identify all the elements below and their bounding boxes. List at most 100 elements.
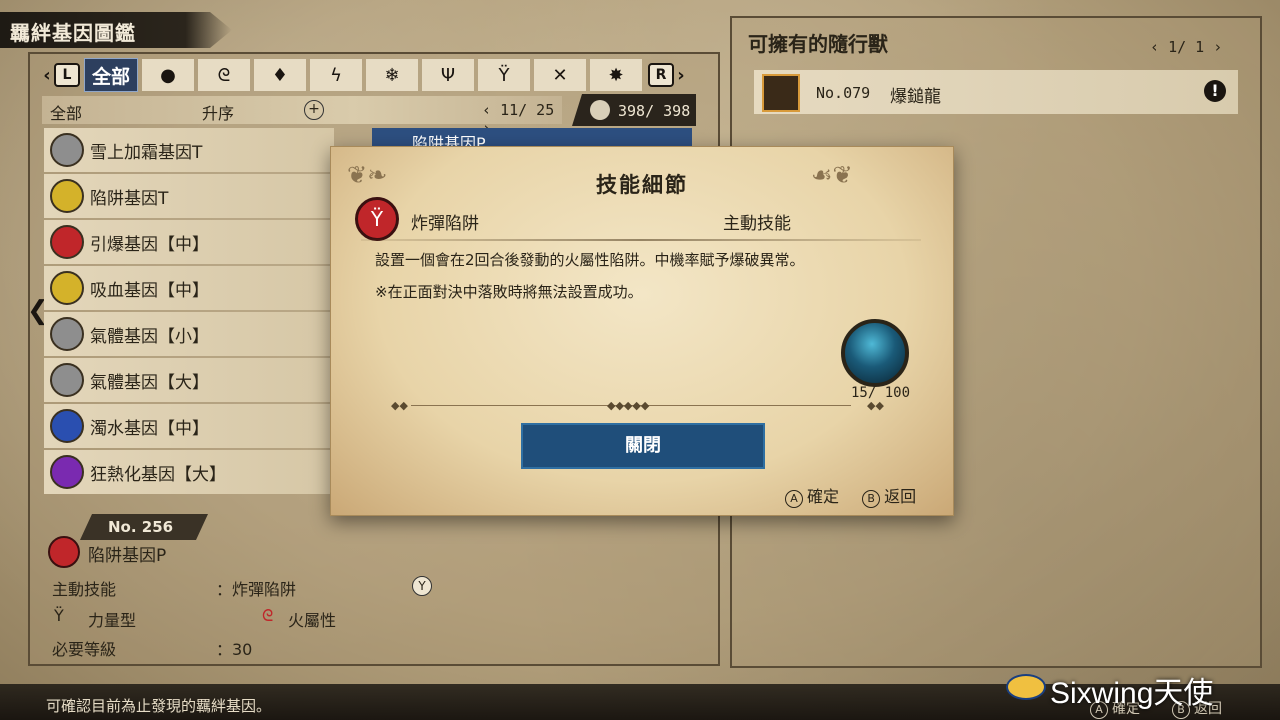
companion-number: No.079 [816, 84, 871, 102]
divider [361, 239, 921, 241]
ice-icon: ❄ [384, 64, 400, 86]
coin-icon [590, 100, 610, 120]
tab-fire[interactable]: ᘓ [198, 59, 250, 91]
gene-icon [50, 225, 84, 259]
list-item[interactable]: 氣體基因【大】 [44, 358, 334, 402]
a-button-icon: A [785, 490, 803, 508]
skill-name: 炸彈陷阱 [411, 214, 479, 234]
plus-icon[interactable]: + [304, 100, 324, 120]
tab-water[interactable]: ♦ [254, 59, 306, 91]
tab-speed[interactable]: ✕ [534, 59, 586, 91]
gene-label: 濁水基因【中】 [90, 419, 209, 439]
dialog-back-label: 返回 [884, 487, 917, 506]
chevron-right-icon[interactable]: › [674, 65, 688, 86]
diamond-icon: ◆◆ [391, 399, 408, 412]
dialog-title: 技能細節 [596, 173, 688, 197]
companion-name: 爆鎚龍 [890, 87, 941, 107]
required-level-value: ：30 [216, 640, 253, 659]
watermark: Sixwing天使 [1050, 677, 1214, 710]
b-button-icon: B [862, 490, 881, 508]
companion-page-number: 1/ 1 [1168, 38, 1205, 56]
filter-all[interactable]: 全部 [50, 100, 82, 124]
monster-thumbnail [762, 74, 800, 112]
gene-icon [50, 179, 84, 213]
gene-type: 力量型 [88, 611, 137, 630]
trap-gene-icon [48, 536, 80, 568]
shoulder-r-button[interactable]: R [648, 63, 674, 87]
gene-label: 狂熱化基因【大】 [90, 465, 226, 485]
gene-icon [50, 409, 84, 443]
companion-item[interactable]: No.079 爆鎚龍 ! [754, 70, 1238, 114]
chevron-left-icon[interactable]: ‹ [40, 65, 54, 86]
technique-type-icon: ✸ [608, 64, 624, 86]
dragon-icon: Ψ [440, 64, 456, 86]
skill-detail-dialog: ❦❧ ☙❦ 技能細節 Ÿ 炸彈陷阱 主動技能 設置一個會在2回合後發動的火屬性陷… [330, 146, 954, 516]
dialog-button-hints: A 確定 B 返回 [785, 483, 916, 508]
skill-note: ※在正面對決中落敗時將無法設置成功。 [375, 283, 643, 301]
diamond-icon: ◆◆ [867, 399, 884, 412]
gene-label: 吸血基因【中】 [90, 281, 209, 301]
list-item[interactable]: 濁水基因【中】 [44, 404, 334, 448]
gene-icon [50, 133, 84, 167]
gene-icon [50, 363, 84, 397]
tab-all[interactable]: 全部 [84, 58, 138, 92]
gene-label: 引爆基因【中】 [90, 235, 209, 255]
gene-icon [50, 455, 84, 489]
close-button[interactable]: 關閉 [521, 423, 765, 469]
trap-skill-icon: Ÿ [355, 197, 399, 241]
dialog-back[interactable]: B 返回 [862, 487, 917, 508]
gene-icon [50, 317, 84, 351]
tab-dragon[interactable]: Ψ [422, 59, 474, 91]
sort-order[interactable]: 升序 [202, 100, 234, 124]
list-item[interactable]: 氣體基因【小】 [44, 312, 334, 356]
list-item[interactable]: 引爆基因【中】 [44, 220, 334, 264]
fire-element-icon: ᘓ [262, 606, 274, 625]
power-type-icon: Ÿ [54, 606, 64, 625]
skill-description: 設置一個會在2回合後發動的火屬性陷阱。中機率賦予爆破異常。 [375, 251, 805, 269]
watermark-logo [1006, 674, 1046, 700]
gene-name: 陷阱基因P [88, 546, 167, 566]
tab-ice[interactable]: ❄ [366, 59, 418, 91]
gene-label: 雪上加霜基因T [90, 143, 203, 163]
divider: ◆◆ ◆◆◆◆◆ ◆◆ [391, 399, 884, 412]
shoulder-l-button[interactable]: L [54, 63, 80, 87]
y-button[interactable]: Y [412, 576, 432, 596]
power-type-icon: Ÿ [498, 64, 510, 86]
list-item[interactable]: 吸血基因【中】 [44, 266, 334, 310]
gene-icon [50, 271, 84, 305]
gene-element: 火屬性 [288, 611, 337, 630]
sort-bar: 全部 升序 + ‹ 11/ 25 › [42, 96, 562, 137]
skill-type: 主動技能 [723, 214, 791, 234]
list-item[interactable]: 陷阱基因T [44, 174, 334, 218]
tab-thunder[interactable]: ϟ [310, 59, 362, 91]
active-skill-label: 主動技能 [52, 580, 117, 599]
page-title: 羈絆基因圖鑑 [10, 21, 136, 45]
ball-icon: ● [160, 64, 176, 86]
page-number: 11/ 25 [500, 101, 555, 119]
required-level-label: 必要等級 [52, 640, 117, 659]
drop-icon: ♦ [271, 64, 289, 86]
tab-power[interactable]: Ÿ [478, 59, 530, 91]
gene-number-tag: No. 256 [80, 514, 208, 540]
list-item[interactable]: 雪上加霜基因T [44, 128, 334, 172]
tab-ball[interactable]: ● [142, 59, 194, 91]
companion-page[interactable]: ‹ 1/ 1 › [1150, 38, 1222, 56]
diamond-icon: ◆◆◆◆◆ [607, 399, 650, 412]
footer-hint: 可確認目前為止發現的羈絆基因。 [46, 697, 272, 715]
page-title-ribbon: 羈絆基因圖鑑 [0, 12, 232, 48]
gene-label: 陷阱基因T [90, 189, 169, 209]
dialog-confirm-label: 確定 [807, 487, 840, 506]
gene-number: No. 256 [108, 518, 174, 536]
companion-title: 可擁有的隨行獸 [748, 32, 888, 56]
gene-detail: No. 256 陷阱基因P 主動技能 ：炸彈陷阱 Y Ÿ 力量型 ᘓ 火屬性 必… [40, 510, 460, 660]
gene-label: 氣體基因【大】 [90, 373, 209, 393]
active-skill-value: ：炸彈陷阱 [216, 580, 297, 599]
list-item[interactable]: 狂熱化基因【大】 [44, 450, 334, 494]
lightning-icon: ϟ [330, 64, 342, 86]
collection-count: 398/ 398 [572, 94, 696, 126]
gene-label: 氣體基因【小】 [90, 327, 209, 347]
flame-swirl-icon: ᘓ [217, 64, 231, 86]
tab-technique[interactable]: ✸ [590, 59, 642, 91]
category-bar: ‹ L 全部 ● ᘓ ♦ ϟ ❄ Ψ Ÿ ✕ ✸ R › [40, 58, 700, 92]
dialog-confirm[interactable]: A 確定 [785, 487, 840, 508]
